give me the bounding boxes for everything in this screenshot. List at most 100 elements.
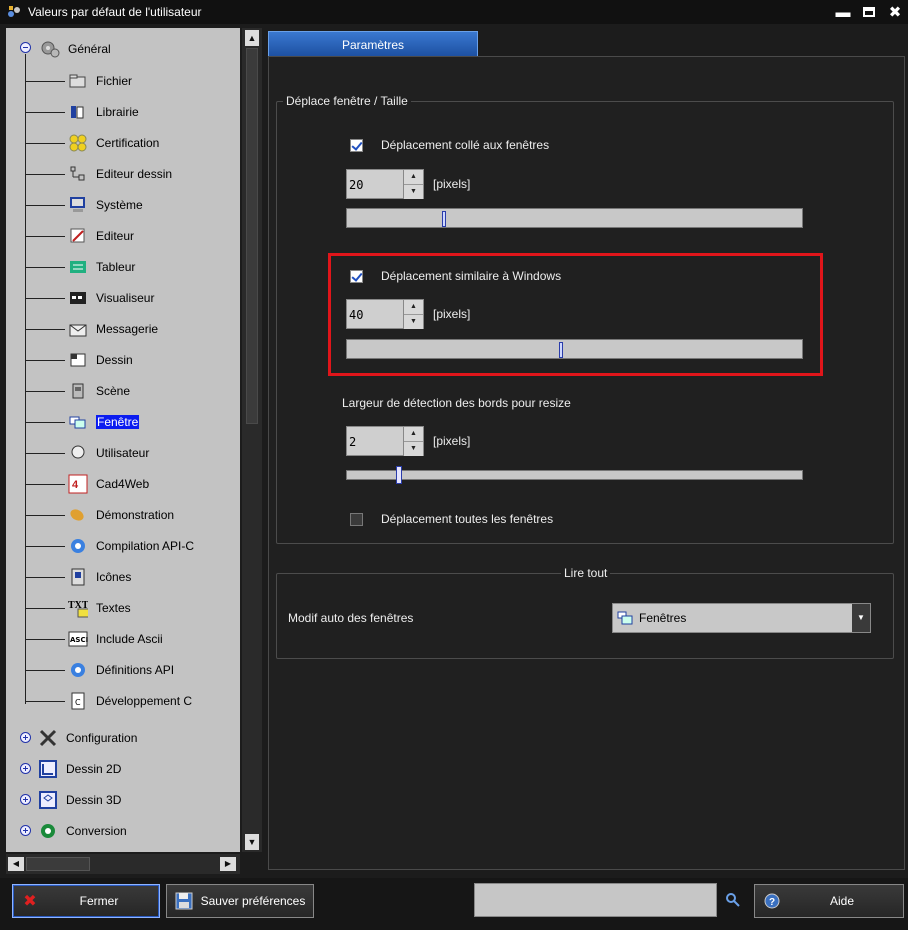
text-icon: TXT bbox=[68, 598, 88, 618]
window-icon bbox=[617, 611, 633, 625]
tree-item-user[interactable]: Utilisateur bbox=[68, 442, 149, 464]
windows-like-slider-knob[interactable] bbox=[559, 342, 563, 358]
tools-icon bbox=[38, 728, 58, 748]
tree-item-include-ascii[interactable]: ASCIIInclude Ascii bbox=[68, 628, 163, 650]
tab-parameters[interactable]: Paramètres bbox=[268, 31, 478, 57]
all-windows-checkbox[interactable] bbox=[350, 512, 363, 526]
tree-item-file[interactable]: Fichier bbox=[68, 70, 132, 92]
tree-item-icons[interactable]: Icônes bbox=[68, 566, 131, 588]
snap-pixels-input[interactable]: 20 bbox=[346, 169, 404, 199]
vertical-scroll-thumb[interactable] bbox=[246, 48, 258, 424]
tree-item-general[interactable]: Général bbox=[40, 38, 111, 60]
arrow-up-icon: ▲ bbox=[247, 33, 257, 43]
snap-checkbox-row[interactable]: Déplacement collé aux fenêtres bbox=[350, 138, 549, 152]
snap-slider-knob[interactable] bbox=[442, 211, 446, 227]
all-windows-checkbox-row[interactable]: Déplacement toutes les fenêtres bbox=[350, 512, 553, 526]
snap-checkbox[interactable] bbox=[350, 138, 363, 152]
tree-item-drawing-editor[interactable]: Editeur dessin bbox=[68, 163, 172, 185]
search-input[interactable] bbox=[474, 883, 717, 917]
folder-icon bbox=[68, 71, 88, 91]
windows-like-pixels-input[interactable]: 40 bbox=[346, 299, 404, 329]
expand-drawing-2d-toggle[interactable] bbox=[20, 763, 31, 774]
expand-drawing-3d-toggle[interactable] bbox=[20, 794, 31, 805]
tree-item-texts[interactable]: TXT Textes bbox=[68, 597, 131, 619]
certification-icon bbox=[68, 133, 88, 153]
help-button[interactable]: ? Aide bbox=[754, 884, 904, 918]
tree-item-viewer[interactable]: Visualiseur bbox=[68, 287, 154, 309]
group-title-read-all: Lire tout bbox=[561, 566, 611, 580]
scroll-down-button[interactable]: ▼ bbox=[245, 834, 259, 850]
border-slider[interactable] bbox=[346, 466, 803, 484]
tree-item-mail[interactable]: Messagerie bbox=[68, 318, 158, 340]
ascii-icon: ASCII bbox=[68, 629, 88, 649]
auto-modify-label: Modif auto des fenêtres bbox=[288, 611, 414, 625]
horizontal-scroll-thumb[interactable] bbox=[26, 857, 90, 871]
windows-like-checkbox-row[interactable]: Déplacement similaire à Windows bbox=[350, 269, 561, 283]
windows-like-decrement-button[interactable]: ▼ bbox=[404, 315, 423, 329]
tree-horizontal-scrollbar[interactable]: ◀ ▶ bbox=[6, 854, 240, 874]
tree-item-library[interactable]: Librairie bbox=[68, 101, 139, 123]
drawing-3d-icon bbox=[38, 790, 58, 810]
tree-item-drawing[interactable]: Dessin bbox=[68, 349, 133, 371]
tree-item-spreadsheet[interactable]: Tableur bbox=[68, 256, 135, 278]
scroll-right-button[interactable]: ▶ bbox=[220, 857, 236, 871]
tree-item-editor[interactable]: Editeur bbox=[68, 225, 134, 247]
icons-icon bbox=[68, 567, 88, 587]
snap-slider[interactable] bbox=[346, 208, 803, 228]
tree-item-conversion[interactable]: Conversion bbox=[38, 820, 127, 842]
window-title: Valeurs par défaut de l'utilisateur bbox=[28, 5, 202, 19]
tree-item-configuration[interactable]: Configuration bbox=[38, 727, 137, 749]
border-pixels-stepper[interactable]: 2 ▲ ▼ [pixels] bbox=[346, 426, 470, 456]
snap-pixels-stepper[interactable]: 20 ▲ ▼ [pixels] bbox=[346, 169, 470, 199]
border-pixels-input[interactable]: 2 bbox=[346, 426, 404, 456]
tree-item-c-development[interactable]: C Développement C bbox=[68, 690, 192, 712]
drawing-2d-icon bbox=[38, 759, 58, 779]
border-slider-knob[interactable] bbox=[396, 466, 402, 484]
spreadsheet-icon bbox=[68, 257, 88, 277]
tree-item-window[interactable]: Fenêtre bbox=[68, 411, 140, 433]
demo-icon bbox=[68, 505, 88, 525]
svg-text:?: ? bbox=[769, 897, 775, 908]
tree-item-scene[interactable]: Scène bbox=[68, 380, 130, 402]
tree-item-certification[interactable]: Certification bbox=[68, 132, 159, 154]
tree-item-api-definitions[interactable]: Définitions API bbox=[68, 659, 174, 681]
chevron-down-icon[interactable]: ▼ bbox=[852, 604, 870, 632]
settings-tree-panel: Général Fichier Librairie Certification … bbox=[6, 28, 262, 876]
windows-like-pixels-stepper[interactable]: 40 ▲ ▼ [pixels] bbox=[346, 299, 470, 329]
maximize-button[interactable] bbox=[856, 0, 882, 24]
snap-decrement-button[interactable]: ▼ bbox=[404, 185, 423, 199]
minimize-button[interactable]: ▬ bbox=[830, 0, 856, 24]
compile-icon bbox=[68, 536, 88, 556]
tree-item-drawing-2d[interactable]: Dessin 2D bbox=[38, 758, 121, 780]
windows-like-checkbox[interactable] bbox=[350, 269, 363, 283]
tree-item-cad4web[interactable]: 4 Cad4Web bbox=[68, 473, 149, 495]
svg-text:ASCII: ASCII bbox=[70, 636, 88, 644]
windows-like-increment-button[interactable]: ▲ bbox=[404, 300, 423, 315]
snap-increment-button[interactable]: ▲ bbox=[404, 170, 423, 185]
scroll-up-button[interactable]: ▲ bbox=[245, 30, 259, 46]
conversion-icon bbox=[38, 821, 58, 841]
api-icon bbox=[68, 660, 88, 680]
scene-icon bbox=[68, 381, 88, 401]
expand-conversion-toggle[interactable] bbox=[20, 825, 31, 836]
viewer-icon bbox=[68, 288, 88, 308]
border-decrement-button[interactable]: ▼ bbox=[404, 442, 423, 456]
tree-item-demo[interactable]: Démonstration bbox=[68, 504, 174, 526]
tree-item-compile-api-c[interactable]: Compilation API-C bbox=[68, 535, 194, 557]
close-button[interactable]: ✖ Fermer bbox=[12, 884, 160, 918]
auto-modify-select[interactable]: Fenêtres ▼ bbox=[612, 603, 871, 633]
windows-like-slider[interactable] bbox=[346, 339, 803, 359]
collapse-general-toggle[interactable] bbox=[20, 42, 31, 53]
tree-vertical-scrollbar[interactable]: ▲ ▼ bbox=[242, 28, 262, 852]
save-preferences-button[interactable]: Sauver préférences bbox=[166, 884, 314, 918]
arrow-right-icon: ▶ bbox=[224, 859, 232, 868]
tree-item-drawing-3d[interactable]: Dessin 3D bbox=[38, 789, 121, 811]
search-icon[interactable] bbox=[726, 893, 740, 907]
scroll-left-button[interactable]: ◀ bbox=[8, 857, 24, 871]
expand-configuration-toggle[interactable] bbox=[20, 732, 31, 743]
close-window-button[interactable]: ✖ bbox=[882, 0, 908, 24]
border-increment-button[interactable]: ▲ bbox=[404, 427, 423, 442]
arrow-left-icon: ◀ bbox=[12, 859, 20, 868]
snap-label: Déplacement collé aux fenêtres bbox=[381, 138, 550, 152]
tree-item-system[interactable]: Système bbox=[68, 194, 143, 216]
